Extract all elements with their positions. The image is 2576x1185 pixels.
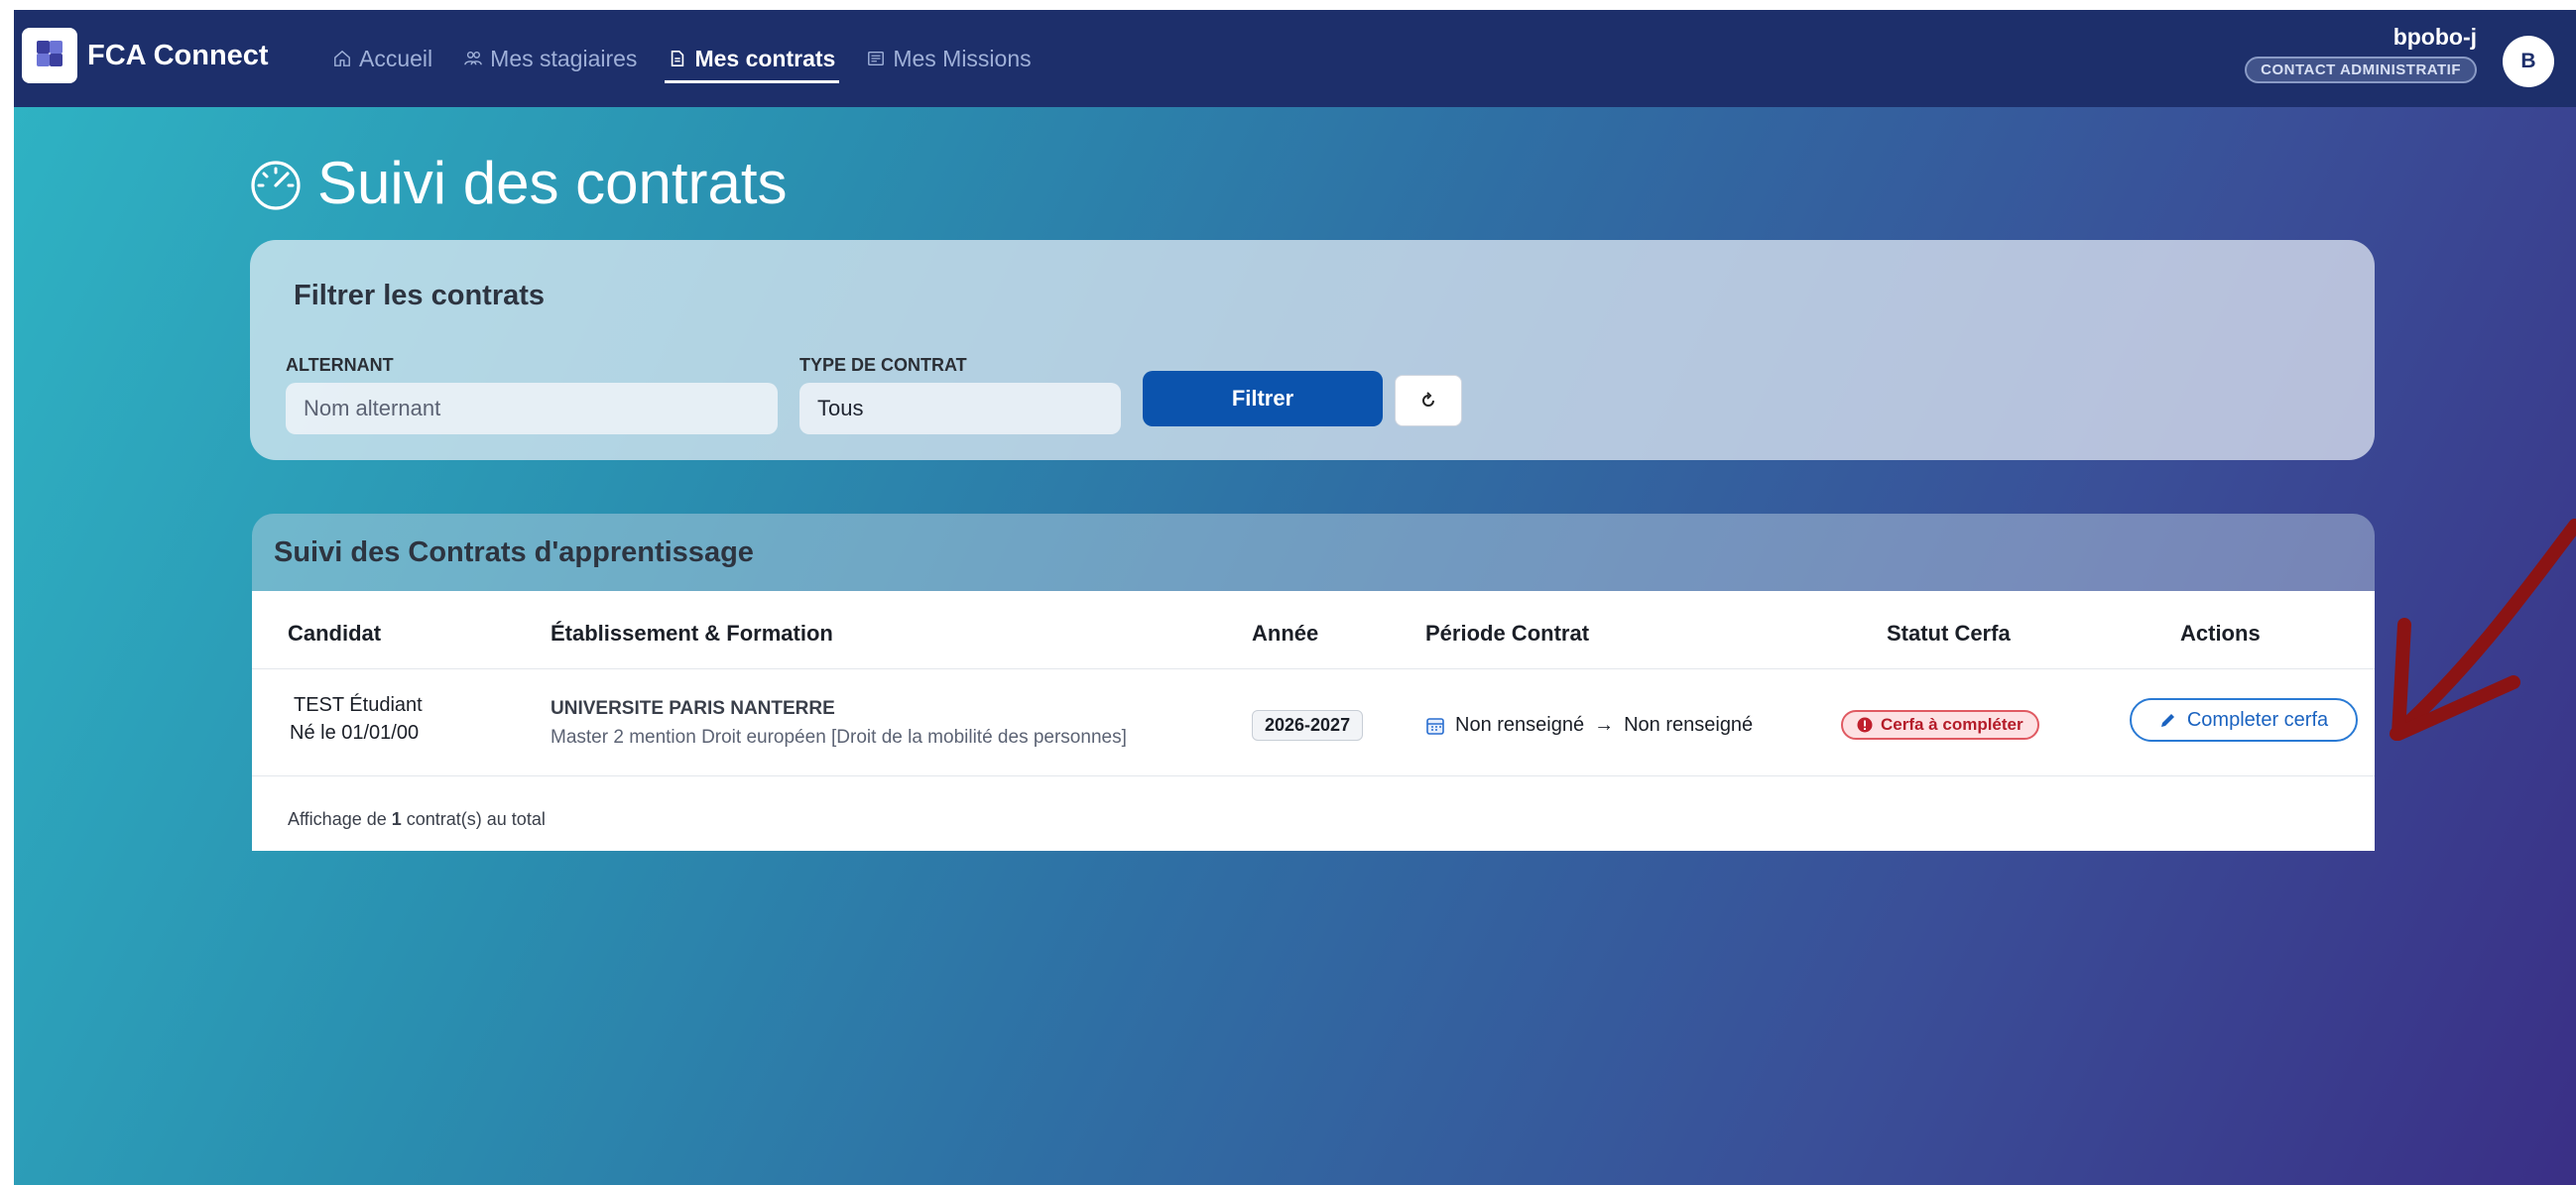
contract-type-select[interactable]: Tous (799, 383, 1121, 434)
column-header: Actions (2180, 621, 2261, 646)
nav-item-label: Mes contrats (694, 45, 836, 71)
nav-item-mes-stagiaires[interactable]: Mes stagiaires (460, 10, 641, 107)
page-title: Suivi des contrats (248, 149, 788, 217)
nav-item-mes-contrats[interactable]: Mes contrats (665, 10, 840, 107)
speedometer-icon (251, 160, 301, 210)
column-header: Candidat (288, 621, 382, 646)
nav-item-label: Mes stagiaires (490, 45, 638, 71)
divider (252, 668, 2375, 669)
column-header: Établissement & Formation (551, 621, 833, 646)
institution-name: UNIVERSITE PARIS NANTERRE (551, 698, 835, 719)
footer-prefix: Affichage de (288, 809, 392, 829)
refresh-icon (1422, 392, 1434, 407)
annotation-arrow (2390, 519, 2576, 741)
alternant-label: ALTERNANT (286, 355, 394, 375)
alert-icon (1857, 717, 1873, 733)
app-window: FCA Connect Accueil Mes stagiaires Mes c… (14, 10, 2576, 1185)
candidate-name: TEST Étudiant (294, 694, 423, 716)
complete-cerfa-button[interactable]: Completer cerfa (2130, 698, 2358, 742)
nav-item-accueil[interactable]: Accueil (329, 10, 436, 107)
formation-name: Master 2 mention Droit européen [Droit d… (551, 727, 1127, 748)
filter-panel: Filtrer les contrats ALTERNANT Nom alter… (250, 240, 2375, 460)
column-header: Statut Cerfa (1887, 621, 2011, 646)
contract-type-label: TYPE DE CONTRAT (799, 355, 967, 375)
app-name: FCA Connect (87, 40, 269, 71)
period-start: Non renseigné (1455, 714, 1585, 736)
home-icon (334, 50, 350, 66)
contracts-table: Candidat Établissement & Formation Année… (252, 591, 2375, 851)
top-navbar: FCA Connect Accueil Mes stagiaires Mes c… (14, 10, 2576, 107)
alternant-search-input[interactable]: Nom alternant (286, 383, 778, 434)
candidate-birthdate: Né le 01/01/00 (290, 722, 420, 744)
user-name: bpobo-j (2392, 24, 2477, 50)
nav-item-mes-missions[interactable]: Mes Missions (863, 10, 1035, 107)
calendar-icon (1426, 717, 1444, 735)
table-title: Suivi des Contrats d'apprentissage (252, 514, 2375, 591)
table-footer: Affichage de 1 contrat(s) au total (288, 809, 546, 830)
user-menu[interactable]: bpobo-j CONTACT ADMINISTRATIF (2245, 24, 2477, 83)
contract-period: Non renseigné → Non renseigné (1425, 714, 1753, 737)
avatar[interactable]: B (2503, 36, 2554, 87)
contracts-table-card: Suivi des Contrats d'apprentissage Candi… (252, 514, 2375, 851)
footer-suffix: contrat(s) au total (401, 809, 546, 829)
filter-button[interactable]: Filtrer (1143, 371, 1383, 426)
action-label: Completer cerfa (2186, 708, 2329, 731)
column-header: Période Contrat (1425, 621, 1590, 646)
nav-item-label: Mes Missions (893, 45, 1032, 71)
filter-title: Filtrer les contrats (294, 280, 546, 311)
status-text: Cerfa à compléter (1881, 715, 2024, 734)
status-badge: Cerfa à compléter (1841, 710, 2039, 740)
reset-button[interactable] (1395, 375, 1462, 426)
arrow-right-icon: → (1594, 714, 1615, 736)
year-badge: 2026-2027 (1252, 710, 1364, 741)
main-nav: Accueil Mes stagiaires Mes contrats Mes … (329, 10, 1059, 107)
divider (252, 775, 2375, 776)
pencil-icon (2160, 714, 2174, 727)
footer-count: 1 (391, 809, 402, 829)
column-header: Année (1252, 621, 1319, 646)
logo-icon (33, 39, 66, 72)
nav-item-label: Accueil (359, 45, 433, 71)
users-icon (464, 51, 482, 65)
page-title-text: Suivi des contrats (317, 150, 788, 216)
document-icon (672, 50, 684, 67)
role-badge: CONTACT ADMINISTRATIF (2245, 57, 2477, 83)
app-logo[interactable] (22, 28, 77, 83)
list-icon (868, 51, 885, 66)
period-end: Non renseigné (1624, 714, 1754, 736)
